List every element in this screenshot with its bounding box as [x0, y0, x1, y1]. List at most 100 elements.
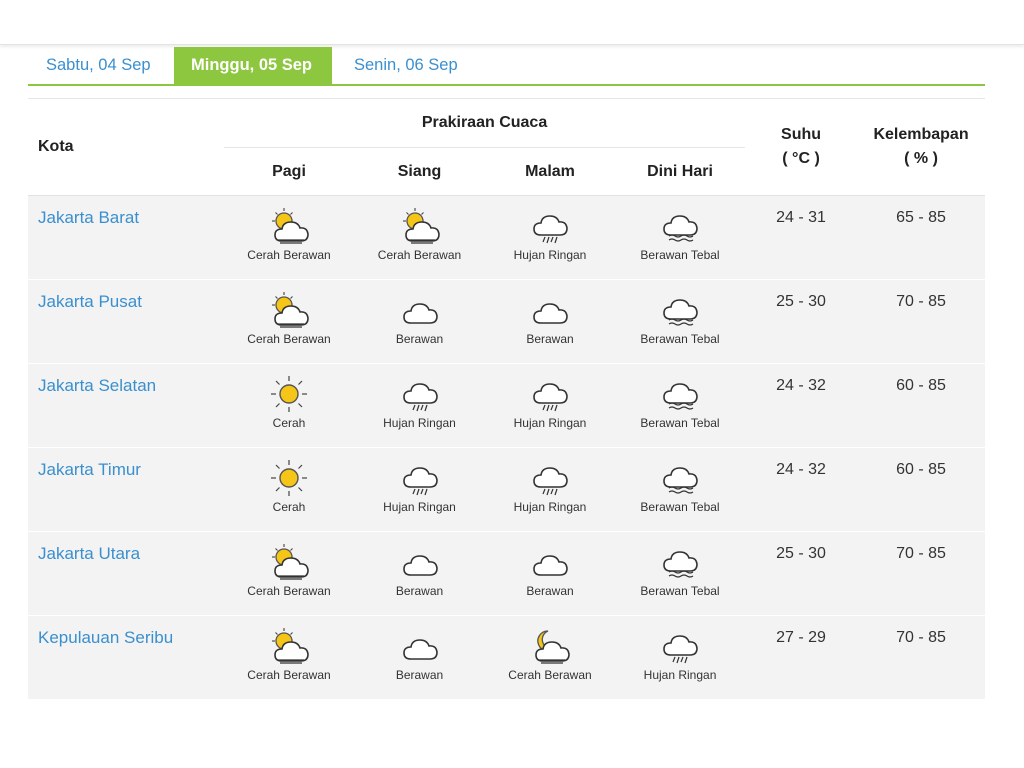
partly-cloudy-icon — [272, 292, 309, 328]
city-link[interactable]: Jakarta Barat — [28, 196, 224, 280]
tab-senin[interactable]: Senin, 06 Sep — [332, 47, 476, 84]
forecast-label: Cerah Berawan — [247, 668, 331, 682]
forecast-cell: Berawan — [354, 532, 485, 616]
forecast-cell: Hujan Ringan — [485, 364, 615, 448]
forecast-label: Cerah Berawan — [247, 584, 331, 598]
forecast-cell: Berawan Tebal — [615, 280, 745, 364]
overcast-icon — [663, 215, 698, 242]
column-header-malam: Malam — [485, 147, 615, 196]
column-header-pagi: Pagi — [224, 147, 354, 196]
weather-forecast-panel: Sabtu, 04 Sep Minggu, 05 Sep Senin, 06 S… — [28, 47, 986, 700]
forecast-cell: Berawan — [354, 280, 485, 364]
temperature-value: 24 - 31 — [776, 209, 826, 226]
cloudy-icon — [402, 303, 438, 324]
overcast-icon — [663, 551, 698, 578]
forecast-label: Berawan — [395, 332, 444, 346]
forecast-cell: Cerah Berawan — [224, 532, 354, 616]
forecast-label: Berawan — [526, 332, 574, 346]
temperature-value: 25 - 30 — [776, 293, 826, 310]
column-header-dini-hari: Dini Hari — [615, 147, 746, 196]
light-rain-icon — [402, 467, 438, 496]
forecast-cell: Cerah Berawan — [224, 196, 354, 280]
forecast-label: Berawan Tebal — [640, 500, 720, 514]
forecast-label: Cerah Berawan — [247, 332, 331, 346]
overcast-icon — [663, 299, 698, 326]
forecast-cell: Cerah — [224, 364, 354, 448]
forecast-cell: Cerah Berawan — [224, 280, 354, 364]
tab-sabtu[interactable]: Sabtu, 04 Sep — [28, 47, 174, 84]
forecast-label: Berawan — [395, 584, 444, 598]
kelembapan-label: Kelembapan — [873, 126, 969, 143]
city-link[interactable]: Jakarta Timur — [28, 448, 224, 532]
city-link[interactable]: Kepulauan Seribu — [28, 616, 224, 700]
humidity-value: 70 - 85 — [896, 293, 946, 310]
light-rain-icon — [533, 215, 568, 244]
suhu-label: Suhu — [781, 126, 822, 143]
sunny-icon — [270, 459, 308, 497]
temperature-value: 24 - 32 — [776, 461, 826, 478]
partly-cloudy-icon — [272, 544, 309, 580]
table-row: Jakarta Timur Cerah Hujan Ringan Hujan Ring… — [28, 447, 986, 532]
column-header-siang: Siang — [354, 147, 485, 196]
forecast-cell: Cerah Berawan — [224, 616, 354, 700]
forecast-label: Berawan — [526, 584, 574, 598]
light-rain-icon — [533, 467, 568, 496]
forecast-label: Hujan Ringan — [513, 248, 587, 262]
suhu-unit: ( °C ) — [782, 150, 820, 167]
partly-cloudy-icon — [272, 208, 309, 244]
table-row: Jakarta Pusat Cerah Berawan Berawan Berawan… — [28, 279, 986, 364]
date-tabs: Sabtu, 04 Sep Minggu, 05 Sep Senin, 06 S… — [28, 47, 985, 86]
forecast-cell: Berawan — [485, 532, 615, 616]
forecast-label: Berawan — [395, 668, 444, 682]
forecast-label: Berawan Tebal — [640, 332, 720, 346]
forecast-cell: Berawan — [354, 616, 485, 700]
forecast-label: Berawan Tebal — [640, 248, 720, 262]
forecast-label: Cerah — [272, 416, 306, 430]
forecast-label: Cerah — [272, 500, 306, 514]
forecast-cell: Cerah Berawan — [354, 196, 485, 280]
forecast-label: Cerah Berawan — [247, 248, 331, 262]
forecast-cell: Hujan Ringan — [354, 364, 485, 448]
forecast-cell: Hujan Ringan — [485, 196, 615, 280]
forecast-cell: Berawan — [485, 280, 615, 364]
kelembapan-unit: ( % ) — [904, 150, 938, 167]
forecast-label: Berawan Tebal — [640, 416, 720, 430]
column-header-kelembapan: Kelembapan ( % ) — [857, 98, 986, 196]
humidity-value: 60 - 85 — [896, 461, 946, 478]
partly-cloudy-night-icon — [535, 630, 570, 664]
light-rain-icon — [663, 635, 698, 664]
humidity-value: 60 - 85 — [896, 377, 946, 394]
forecast-cell: Berawan Tebal — [615, 532, 745, 616]
partly-cloudy-icon — [402, 208, 440, 244]
table-row: Jakarta Utara Cerah Berawan Berawan Berawan… — [28, 531, 986, 616]
forecast-label: Hujan Ringan — [513, 500, 587, 514]
forecast-table: Kota Prakiraan Cuaca Suhu ( °C ) Kelemba… — [28, 98, 986, 700]
forecast-label: Hujan Ringan — [643, 668, 717, 682]
cloudy-icon — [533, 303, 568, 324]
table-row: Jakarta Selatan Cerah Hujan Ringan Hujan Ri… — [28, 363, 986, 448]
top-bar — [0, 0, 1024, 45]
forecast-label: Berawan Tebal — [640, 584, 720, 598]
temperature-value: 24 - 32 — [776, 377, 826, 394]
forecast-label: Cerah Berawan — [377, 248, 462, 262]
city-link[interactable]: Jakarta Pusat — [28, 280, 224, 364]
forecast-cell: Cerah Berawan — [485, 616, 615, 700]
city-link[interactable]: Jakarta Utara — [28, 532, 224, 616]
cloudy-icon — [402, 639, 438, 660]
forecast-cell: Hujan Ringan — [354, 448, 485, 532]
column-header-kota: Kota — [28, 98, 224, 196]
forecast-cell: Berawan Tebal — [615, 448, 745, 532]
cloudy-icon — [402, 555, 438, 576]
tab-minggu[interactable]: Minggu, 05 Sep — [174, 47, 332, 84]
forecast-cell: Hujan Ringan — [485, 448, 615, 532]
temperature-value: 27 - 29 — [776, 629, 826, 646]
temperature-value: 25 - 30 — [776, 545, 826, 562]
forecast-label: Hujan Ringan — [383, 500, 456, 514]
forecast-cell: Hujan Ringan — [615, 616, 745, 700]
humidity-value: 70 - 85 — [896, 545, 946, 562]
column-header-suhu: Suhu ( °C ) — [745, 98, 858, 196]
overcast-icon — [663, 383, 698, 410]
overcast-icon — [663, 467, 698, 494]
cloudy-icon — [533, 555, 568, 576]
city-link[interactable]: Jakarta Selatan — [28, 364, 224, 448]
